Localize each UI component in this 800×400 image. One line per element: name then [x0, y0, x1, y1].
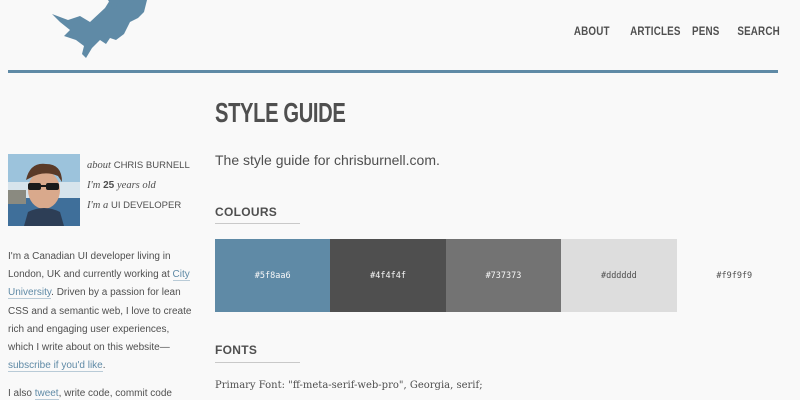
colours-heading: COLOURS: [215, 205, 278, 219]
bio-text: I'm a Canadian UI developer living in Lo…: [8, 251, 173, 281]
intro-text: The style guide for chrisburnell.com.: [215, 152, 440, 168]
age-suffix: years old: [117, 180, 156, 191]
age-prefix: I'm: [87, 180, 101, 191]
bio-text: .: [102, 360, 106, 372]
colour-swatch: #dddddd: [561, 239, 677, 312]
nav-about-link[interactable]: ABOUT: [574, 24, 610, 38]
colour-swatch: #f9f9f9: [676, 239, 792, 312]
about-age-line: I'm 25 years old: [87, 176, 190, 196]
colour-swatch: #5f8aa6: [215, 239, 331, 312]
header-divider: [8, 70, 778, 73]
swatch-label: #5f8aa6: [254, 270, 291, 281]
avatar-photo: [8, 154, 80, 226]
site-logo-raven-icon[interactable]: [50, 0, 150, 60]
nav-pens-link[interactable]: PENS: [692, 24, 719, 38]
swatch-label: #737373: [485, 270, 522, 281]
about-name-line: about CHRIS BURNELL: [87, 156, 190, 176]
colours-heading-underline: [215, 223, 300, 224]
bio-text: I also: [8, 388, 35, 400]
fonts-heading: FONTS: [215, 343, 258, 357]
page-title: STYLE GUIDE: [215, 97, 346, 128]
author-role: UI DEVELOPER: [110, 200, 182, 211]
swatch-label: #4f4f4f: [370, 270, 406, 281]
primary-font-text: Primary Font: "ff-meta-serif-web-pro", G…: [215, 380, 483, 391]
avatar: [8, 154, 80, 226]
fonts-heading-underline: [215, 362, 300, 363]
swatch-label: #dddddd: [600, 270, 637, 281]
bio-text: , write code, commit code: [58, 388, 172, 400]
nav-search-link[interactable]: SEARCH: [737, 24, 780, 38]
about-role-line: I'm a UI DEVELOPER: [87, 196, 190, 216]
nav-articles-link[interactable]: ARTICLES: [630, 24, 681, 38]
colour-swatch: #4f4f4f: [330, 239, 446, 312]
author-age: 25: [103, 180, 115, 191]
colour-swatch: #737373: [445, 239, 562, 312]
tweet-link[interactable]: tweet: [34, 388, 59, 400]
bio-paragraph-2: I also tweet, write code, commit code: [8, 385, 193, 400]
role-prefix: I'm a: [87, 200, 109, 211]
about-summary: about CHRIS BURNELL I'm 25 years old I'm…: [87, 156, 190, 216]
about-prefix: about: [87, 160, 111, 171]
swatch-label: #f9f9f9: [716, 270, 753, 281]
colour-swatches: #5f8aa6 #4f4f4f #737373 #dddddd #f9f9f9: [215, 239, 792, 312]
author-name: CHRIS BURNELL: [113, 160, 190, 171]
bio: I'm a Canadian UI developer living in Lo…: [8, 248, 193, 400]
bio-paragraph: I'm a Canadian UI developer living in Lo…: [8, 248, 193, 375]
subscribe-link[interactable]: subscribe if you'd like: [8, 360, 103, 373]
